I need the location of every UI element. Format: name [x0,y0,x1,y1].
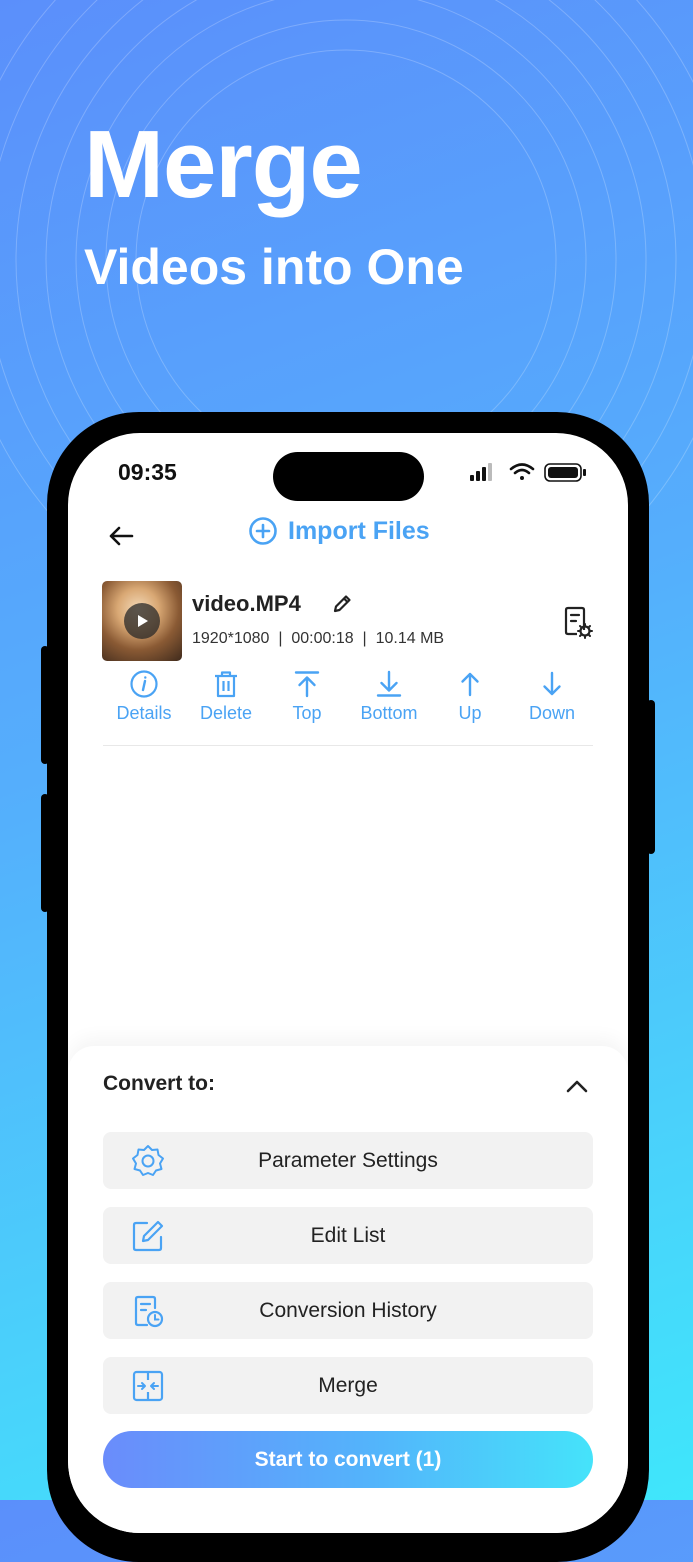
trash-icon [215,671,237,698]
conversion-history-button[interactable]: Conversion History [103,1282,593,1339]
arrow-up-icon [461,672,479,697]
file-resolution: 1920*1080 [192,630,270,647]
parameter-settings-label: Parameter Settings [258,1149,438,1172]
battery-icon [544,463,586,482]
arrow-to-bottom-icon [376,670,402,697]
video-thumbnail[interactable] [102,581,182,661]
merge-label: Merge [318,1374,378,1397]
move-up-button[interactable]: Up [429,669,511,724]
top-label: Top [292,703,322,723]
signal-icon [470,463,492,481]
pencil-icon[interactable] [331,593,353,615]
hero-title: Merge [84,111,363,218]
arrow-down-icon [543,671,561,696]
play-icon[interactable] [124,603,160,639]
details-button[interactable]: Details [103,669,185,724]
convert-sheet: Convert to: Parameter Settings Edit List [68,1046,628,1533]
back-arrow-icon[interactable] [106,521,136,551]
divider [103,745,593,746]
phone-screen: 09:35 Import Files video.MP4 1920*1080 |… [68,433,628,1533]
conversion-history-label: Conversion History [259,1299,437,1322]
chevron-up-icon[interactable] [565,1074,589,1098]
import-files-button[interactable]: Import Files [248,516,430,546]
plus-circle-icon [249,517,277,545]
delete-label: Delete [199,703,253,723]
edit-list-label: Edit List [310,1224,386,1247]
up-label: Up [458,703,482,723]
move-bottom-button[interactable]: Bottom [348,669,430,724]
file-meta: 1920*1080 | 00:00:18 | 10.14 MB [192,630,445,647]
wifi-icon [509,463,535,480]
edit-list-button[interactable]: Edit List [103,1207,593,1264]
file-name: video.MP4 [192,591,301,616]
info-icon [130,670,158,698]
parameter-settings-button[interactable]: Parameter Settings [103,1132,593,1189]
convert-to-label: Convert to: [103,1072,215,1095]
file-actions: Details Delete Top Bottom Up Down [103,669,593,729]
hero-subtitle: Videos into One [84,239,464,295]
bottom-label: Bottom [360,703,418,723]
file-size: 10.14 MB [375,630,445,647]
delete-button[interactable]: Delete [185,669,267,724]
status-icons [470,463,586,482]
details-label: Details [116,703,172,723]
import-files-label: Import Files [288,516,430,545]
move-down-button[interactable]: Down [511,669,593,724]
down-label: Down [528,703,576,723]
move-top-button[interactable]: Top [266,669,348,724]
dynamic-island [273,452,424,501]
file-settings-icon[interactable] [563,606,595,640]
file-duration: 00:00:18 [291,630,354,647]
status-time: 09:35 [118,459,177,485]
start-convert-button[interactable]: Start to convert (1) [103,1431,593,1488]
arrow-to-top-icon [294,671,320,698]
merge-button[interactable]: Merge [103,1357,593,1414]
